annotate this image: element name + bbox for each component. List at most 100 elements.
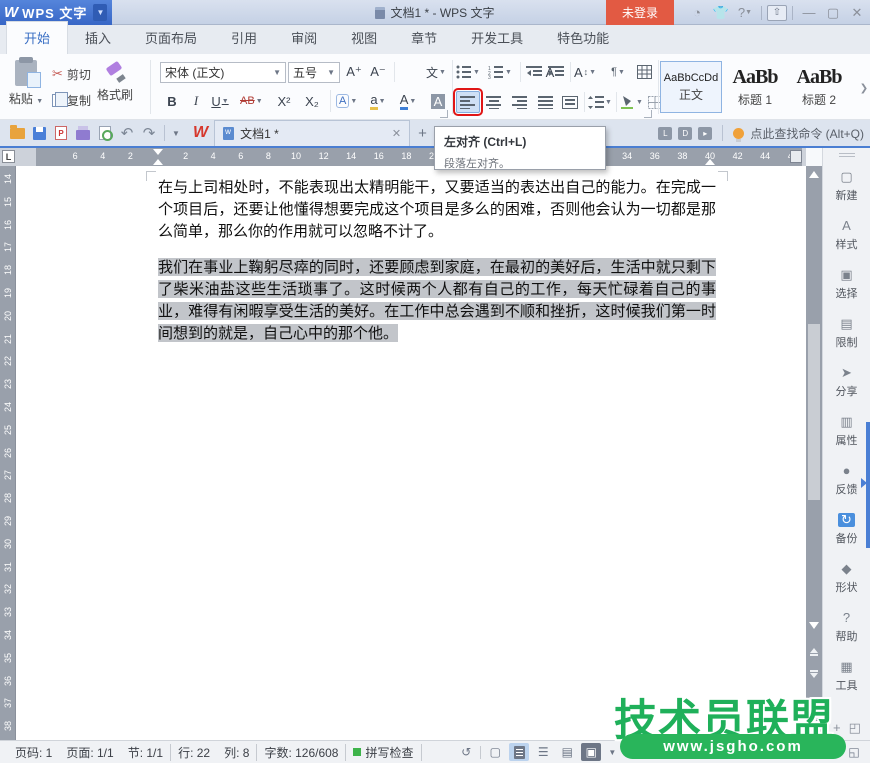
- page-margin-icon[interactable]: [790, 150, 802, 163]
- close-button[interactable]: ✕: [846, 3, 868, 23]
- web-view-button[interactable]: ▤: [557, 743, 577, 761]
- customize-quickbar-button[interactable]: ▼: [169, 129, 183, 138]
- outline-view-button[interactable]: ☰: [533, 743, 553, 761]
- status-item[interactable]: 拼写检查: [346, 744, 421, 761]
- justify-button[interactable]: [536, 91, 556, 113]
- sidebar-item[interactable]: ▤ 限制: [823, 309, 870, 358]
- wps-menu-caret-icon[interactable]: ▼: [93, 4, 107, 21]
- shading-color-button[interactable]: ▼: [620, 91, 643, 113]
- paragraph-dialog-launcher[interactable]: [644, 110, 652, 118]
- text-direction-button[interactable]: A↕▼: [574, 61, 596, 83]
- status-item[interactable]: 节: 1/1: [121, 744, 171, 761]
- sidebar-item[interactable]: ▢ 新建: [823, 162, 870, 211]
- superscript-button[interactable]: X²: [274, 90, 294, 112]
- sidebar-item[interactable]: ▥ 属性: [823, 407, 870, 456]
- status-item[interactable]: 行: 22: [171, 744, 217, 761]
- underline-button[interactable]: U▼: [210, 90, 230, 112]
- minimize-button[interactable]: —: [798, 3, 820, 23]
- page[interactable]: 在与上司相处时，不能表现出太精明能干，又要适当的表达出自己的能力。在完成一个项目…: [16, 166, 806, 740]
- folder-panel-icon[interactable]: ▸: [698, 127, 712, 140]
- bullets-button[interactable]: ▼: [456, 61, 480, 83]
- copy-button[interactable]: 复制: [52, 91, 91, 109]
- ribbon-tab[interactable]: 审阅: [274, 22, 334, 54]
- cut-button[interactable]: ✂剪切: [52, 65, 91, 83]
- paragraph[interactable]: 在与上司相处时，不能表现出太精明能干，又要适当的表达出自己的能力。在完成一个项目…: [158, 176, 716, 242]
- sidebar-item[interactable]: ▣ 选择: [823, 260, 870, 309]
- ribbon-tab[interactable]: 开发工具: [454, 22, 540, 54]
- style-preset[interactable]: AaBb 标题 1: [724, 61, 786, 113]
- find-command-hint[interactable]: 点此查找命令 (Alt+Q): [750, 125, 864, 142]
- ribbon-tab[interactable]: 章节: [394, 22, 454, 54]
- sidebar-item[interactable]: ? 帮助: [823, 603, 870, 652]
- timer-icon[interactable]: L: [658, 127, 672, 140]
- format-painter-button[interactable]: 格式刷: [97, 58, 133, 116]
- first-line-indent-marker[interactable]: [153, 149, 163, 155]
- text-effects-button[interactable]: A▼: [336, 90, 357, 112]
- document-tab[interactable]: 文档1 * ✕: [214, 120, 410, 146]
- grow-font-button[interactable]: A⁺: [344, 61, 364, 83]
- sidebar-item[interactable]: ◆ 形状: [823, 554, 870, 603]
- distribute-button[interactable]: [560, 91, 580, 113]
- right-indent-marker[interactable]: [705, 159, 715, 165]
- align-right-button[interactable]: [510, 91, 530, 113]
- skin-icon[interactable]: 👕: [710, 3, 732, 23]
- tab-stop-selector[interactable]: L: [2, 150, 15, 163]
- help-button[interactable]: ?▼: [734, 3, 756, 23]
- phonetic-guide-button[interactable]: 文▼: [426, 61, 446, 83]
- fold-ribbon-button[interactable]: ⇧: [767, 5, 787, 21]
- font-size-combobox[interactable]: 五号▼: [288, 62, 340, 83]
- read-mode-button[interactable]: ▣: [581, 743, 601, 761]
- export-pdf-button[interactable]: P: [50, 123, 72, 143]
- increase-indent-button[interactable]: [546, 61, 566, 83]
- status-item[interactable]: 页面: 1/1: [59, 744, 120, 761]
- sidebar-collapse-arrow-icon[interactable]: [861, 478, 867, 488]
- open-button[interactable]: [6, 123, 28, 143]
- vertical-ruler[interactable]: 1415161718192021222324252627282930313233…: [0, 166, 16, 740]
- sidebar-expand-button[interactable]: ◰: [849, 720, 861, 736]
- document-text[interactable]: 在与上司相处时，不能表现出太精明能干，又要适当的表达出自己的能力。在完成一个项目…: [158, 176, 716, 344]
- status-item[interactable]: 字数: 126/608: [257, 744, 346, 761]
- feedback-circle-icon[interactable]: ◔: [686, 3, 708, 23]
- style-gallery-more-button[interactable]: ❯: [858, 62, 870, 114]
- bold-button[interactable]: B: [162, 90, 182, 112]
- fullscreen-view-button[interactable]: ▢: [485, 743, 505, 761]
- paragraph-selected[interactable]: 我们在事业上鞠躬尽瘁的同时，还要顾虑到家庭，在最初的美好后，生活中就只剩下了柴米…: [158, 256, 716, 344]
- align-left-button[interactable]: [456, 91, 480, 113]
- char-shading-button[interactable]: A: [428, 90, 448, 112]
- insert-table-grid-button[interactable]: [634, 61, 654, 83]
- align-center-button[interactable]: [484, 91, 504, 113]
- next-page-button[interactable]: [808, 666, 820, 682]
- fit-page-button[interactable]: ◱: [844, 743, 864, 761]
- italic-button[interactable]: I: [186, 90, 206, 112]
- horizontal-ruler[interactable]: 6422468101214161820222426283032343638404…: [16, 148, 806, 166]
- tab-close-icon[interactable]: ✕: [392, 127, 401, 140]
- font-dialog-launcher[interactable]: [440, 110, 448, 118]
- ribbon-tab[interactable]: 特色功能: [540, 22, 626, 54]
- new-tab-button[interactable]: +: [418, 125, 427, 142]
- show-marks-button[interactable]: ¶▼: [608, 61, 628, 83]
- vertical-scrollbar[interactable]: [806, 166, 822, 740]
- ribbon-tab[interactable]: 插入: [68, 22, 128, 54]
- previous-page-button[interactable]: [808, 644, 820, 660]
- page-view-button[interactable]: [509, 743, 529, 761]
- ribbon-tab[interactable]: 开始: [6, 21, 68, 54]
- status-item[interactable]: 页码: 1: [8, 744, 59, 761]
- ribbon-tab[interactable]: 引用: [214, 22, 274, 54]
- sidebar-item[interactable]: A 样式: [823, 211, 870, 260]
- ink-icon[interactable]: D: [678, 127, 692, 140]
- redo-button[interactable]: ↷: [138, 123, 160, 143]
- font-name-combobox[interactable]: 宋体 (正文)▼: [160, 62, 286, 83]
- line-spacing-button[interactable]: ▼: [588, 91, 612, 113]
- view-options-caret[interactable]: ▼: [605, 748, 619, 757]
- strikethrough-button[interactable]: AB▼: [240, 90, 263, 112]
- maximize-button[interactable]: ▢: [822, 3, 844, 23]
- scroll-down-arrow-icon[interactable]: [809, 622, 819, 629]
- ribbon-tab[interactable]: 视图: [334, 22, 394, 54]
- highlight-color-button[interactable]: a▼: [368, 90, 388, 112]
- sidebar-item[interactable]: ↻ 备份: [823, 505, 870, 554]
- undo-button[interactable]: ↶: [116, 123, 138, 143]
- paste-button[interactable]: 粘贴 ▼: [6, 58, 46, 116]
- ribbon-tab[interactable]: 页面布局: [128, 22, 214, 54]
- numbering-button[interactable]: 123▼: [488, 61, 512, 83]
- style-preset[interactable]: AaBbCcDd 正文: [660, 61, 722, 113]
